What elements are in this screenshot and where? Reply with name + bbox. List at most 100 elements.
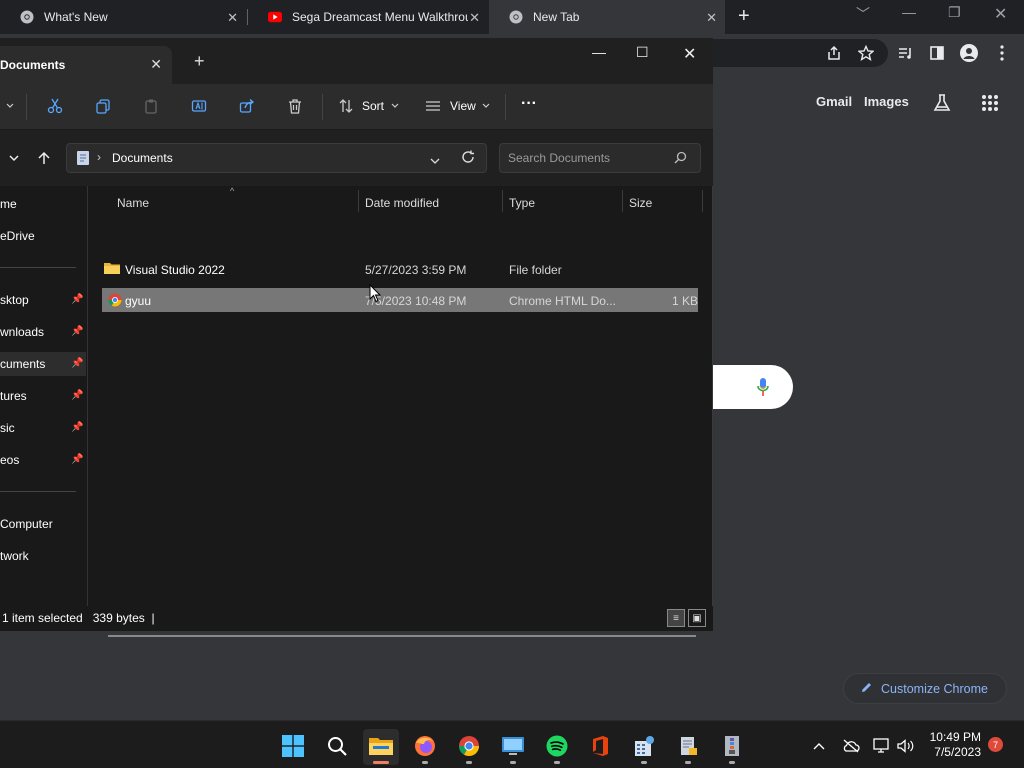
close-icon[interactable]: ✕ — [994, 4, 1007, 24]
images-link[interactable]: Images — [864, 94, 909, 109]
table-row[interactable]: Visual Studio 2022 5/27/2023 3:59 PM Fil… — [102, 257, 698, 281]
taskbar-calculator-app[interactable] — [626, 729, 662, 765]
taskbar-office[interactable] — [582, 729, 618, 765]
search-icon[interactable] — [674, 151, 687, 167]
onedrive-offline-icon[interactable] — [842, 737, 860, 755]
close-icon[interactable]: ✕ — [150, 56, 162, 73]
column-divider[interactable] — [622, 190, 623, 212]
close-icon[interactable]: ✕ — [706, 10, 717, 26]
more-options-button[interactable]: ··· — [521, 95, 537, 113]
nav-item-label: me — [0, 197, 17, 211]
new-tab-button[interactable]: + — [738, 5, 750, 28]
sort-button[interactable]: Sort — [362, 99, 384, 113]
nav-item-videos[interactable]: eos 📌 — [0, 448, 86, 472]
paste-icon — [141, 96, 161, 116]
nav-item-label: sic — [0, 421, 15, 435]
explorer-new-tab-button[interactable]: + — [194, 51, 205, 72]
column-divider[interactable] — [502, 190, 503, 212]
taskbar-chrome[interactable] — [451, 729, 487, 765]
taskbar-search-button[interactable] — [319, 729, 355, 765]
tab-sega-dreamcast[interactable]: Sega Dreamcast Menu Walkthrough ✕ — [248, 0, 488, 34]
view-icon[interactable] — [423, 96, 443, 116]
view-button[interactable]: View — [450, 99, 476, 113]
gmail-link[interactable]: Gmail — [816, 94, 852, 109]
nav-item-desktop[interactable]: sktop 📌 — [0, 288, 86, 312]
chevron-down-icon[interactable] — [430, 154, 440, 168]
reading-list-icon[interactable] — [894, 42, 916, 64]
up-arrow-icon[interactable] — [34, 148, 54, 168]
clock-time: 10:49 PM — [929, 730, 981, 744]
share-icon[interactable] — [823, 42, 845, 64]
nav-item-music[interactable]: sic 📌 — [0, 416, 86, 440]
column-header-type[interactable]: Type — [509, 196, 535, 210]
column-header-size[interactable]: Size — [629, 196, 652, 210]
sort-icon[interactable] — [336, 96, 356, 116]
nav-item-pictures[interactable]: tures 📌 — [0, 384, 86, 408]
network-icon[interactable] — [873, 737, 891, 755]
labs-flask-icon[interactable] — [931, 92, 953, 114]
start-button[interactable] — [275, 729, 311, 765]
document-lock-icon — [677, 735, 699, 760]
explorer-titlebar: Documents ✕ + — ☐ ✕ — [0, 38, 713, 84]
minimize-icon[interactable]: — — [592, 44, 606, 60]
column-divider[interactable] — [358, 190, 359, 212]
chevron-up-icon[interactable] — [810, 737, 828, 755]
tab-title: Sega Dreamcast Menu Walkthrough — [292, 10, 468, 24]
search-box[interactable] — [499, 143, 701, 173]
taskbar-remote-desktop[interactable] — [495, 729, 531, 765]
chevron-down-icon[interactable] — [4, 148, 24, 168]
side-panel-icon[interactable] — [926, 42, 948, 64]
close-icon[interactable]: ✕ — [469, 10, 480, 26]
customize-chrome-button[interactable]: Customize Chrome — [843, 673, 1007, 704]
system-clock[interactable]: 10:49 PM 7/5/2023 — [926, 730, 981, 760]
column-header-name[interactable]: Name — [117, 196, 149, 210]
tab-title: New Tab — [533, 10, 580, 24]
taskbar-notepad-app[interactable] — [670, 729, 706, 765]
table-row[interactable]: gyuu 7/5/2023 10:48 PM Chrome HTML Do...… — [102, 288, 698, 312]
maximize-icon[interactable]: ☐ — [636, 44, 649, 61]
bookmark-star-icon[interactable] — [855, 42, 877, 64]
column-divider[interactable] — [702, 190, 703, 212]
tiles-view-button[interactable]: ▣ — [688, 609, 706, 627]
file-size: 1 KB — [672, 294, 699, 308]
details-view-button[interactable]: ≡ — [667, 609, 685, 627]
close-icon[interactable]: ✕ — [683, 44, 696, 64]
search-input[interactable] — [508, 150, 668, 166]
apps-grid-icon[interactable] — [979, 92, 1001, 114]
taskbar-spotify[interactable] — [539, 729, 575, 765]
chevron-right-icon: › — [97, 150, 101, 164]
notification-badge[interactable]: 7 — [988, 737, 1003, 752]
folder-icon — [369, 736, 393, 759]
explorer-tab-documents[interactable]: Documents ✕ — [0, 46, 172, 84]
nav-item-downloads[interactable]: wnloads 📌 — [0, 320, 86, 344]
share-icon[interactable] — [237, 96, 257, 116]
minimize-icon[interactable]: — — [902, 4, 916, 20]
nav-item-documents[interactable]: cuments 📌 — [0, 352, 86, 376]
profile-avatar[interactable] — [958, 42, 980, 64]
refresh-icon[interactable] — [461, 150, 475, 167]
cut-icon[interactable] — [45, 96, 65, 116]
rename-icon[interactable] — [189, 96, 209, 116]
restore-icon[interactable]: ❐ — [948, 4, 961, 21]
tab-new-tab[interactable]: New Tab ✕ — [489, 0, 725, 34]
chevron-down-icon[interactable]: ﹀ — [856, 4, 870, 24]
taskbar-archive-app[interactable] — [714, 729, 750, 765]
horizontal-scrollbar[interactable] — [108, 635, 696, 637]
volume-icon[interactable] — [897, 737, 915, 755]
nav-item-this-pc[interactable]: Computer — [0, 512, 86, 536]
nav-item-home[interactable]: me — [0, 192, 86, 216]
more-vert-icon[interactable] — [991, 42, 1013, 64]
copy-icon[interactable] — [93, 96, 113, 116]
nav-item-onedrive[interactable]: eDrive — [0, 224, 86, 248]
file-name: gyuu — [125, 294, 152, 308]
close-icon[interactable]: ✕ — [227, 10, 238, 26]
nav-item-network[interactable]: twork — [0, 544, 86, 568]
column-header-date[interactable]: Date modified — [365, 196, 439, 210]
chevron-down-icon[interactable] — [0, 96, 20, 116]
microphone-icon[interactable] — [757, 377, 769, 400]
tab-whats-new[interactable]: What's New ✕ — [0, 0, 246, 34]
delete-icon[interactable] — [285, 96, 305, 116]
taskbar-firefox[interactable] — [407, 729, 443, 765]
address-box[interactable]: › Documents — [66, 143, 487, 173]
taskbar-file-explorer[interactable] — [363, 729, 399, 765]
